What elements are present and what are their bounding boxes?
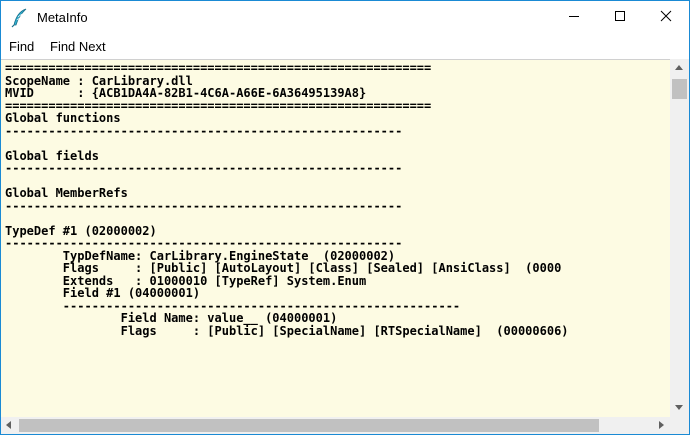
close-button[interactable] xyxy=(643,1,689,35)
maximize-button[interactable] xyxy=(597,1,643,35)
horizontal-scroll-thumb[interactable] xyxy=(19,419,599,432)
text-line: Global functions xyxy=(5,111,121,125)
scroll-right-icon[interactable] xyxy=(659,421,664,429)
feather-app-icon xyxy=(11,8,29,28)
text-line: Flags : [Public] [SpecialName] [RTSpecia… xyxy=(5,323,569,338)
text-line: ----------------------------------------… xyxy=(5,123,403,138)
minimize-icon xyxy=(568,9,580,27)
text-line: ----------------------------------------… xyxy=(5,236,403,250)
text-line: Field #1 (04000001) xyxy=(5,286,201,300)
metadata-text: ========================================… xyxy=(1,60,670,337)
minimize-button[interactable] xyxy=(551,1,597,35)
scroll-left-icon[interactable] xyxy=(6,421,11,429)
scroll-up-icon[interactable] xyxy=(675,65,683,70)
vertical-scroll-thumb[interactable] xyxy=(672,79,687,99)
text-line xyxy=(5,212,670,225)
text-line: ========================================… xyxy=(5,61,432,75)
scroll-down-icon[interactable] xyxy=(675,405,683,410)
vertical-scrollbar[interactable] xyxy=(670,59,689,417)
scrollbar-corner xyxy=(670,417,689,434)
menu-find-next[interactable]: Find Next xyxy=(50,39,106,54)
menu-bar: Find Find Next xyxy=(1,35,689,59)
text-line: ----------------------------------------… xyxy=(5,161,403,175)
text-line: Flags : [Public] [AutoLayout] [Class] [S… xyxy=(5,261,562,275)
maximize-icon xyxy=(614,9,626,27)
close-icon xyxy=(660,9,672,27)
title-bar[interactable]: MetaInfo xyxy=(1,1,689,35)
metadata-text-area[interactable]: ========================================… xyxy=(1,59,670,418)
text-line: MVID : {ACB1DA4A-82B1-4C6A-A66E-6A364951… xyxy=(5,86,367,100)
text-line xyxy=(5,137,670,150)
text-line: ----------------------------------------… xyxy=(5,198,403,213)
text-line: Field Name: value__ (04000001) xyxy=(5,311,338,325)
horizontal-scrollbar[interactable] xyxy=(1,417,670,434)
metainfo-window: MetaInfo Find Find Next ================… xyxy=(0,0,690,435)
menu-find[interactable]: Find xyxy=(9,39,34,54)
text-line: Global MemberRefs xyxy=(5,186,128,200)
window-title: MetaInfo xyxy=(37,10,88,25)
